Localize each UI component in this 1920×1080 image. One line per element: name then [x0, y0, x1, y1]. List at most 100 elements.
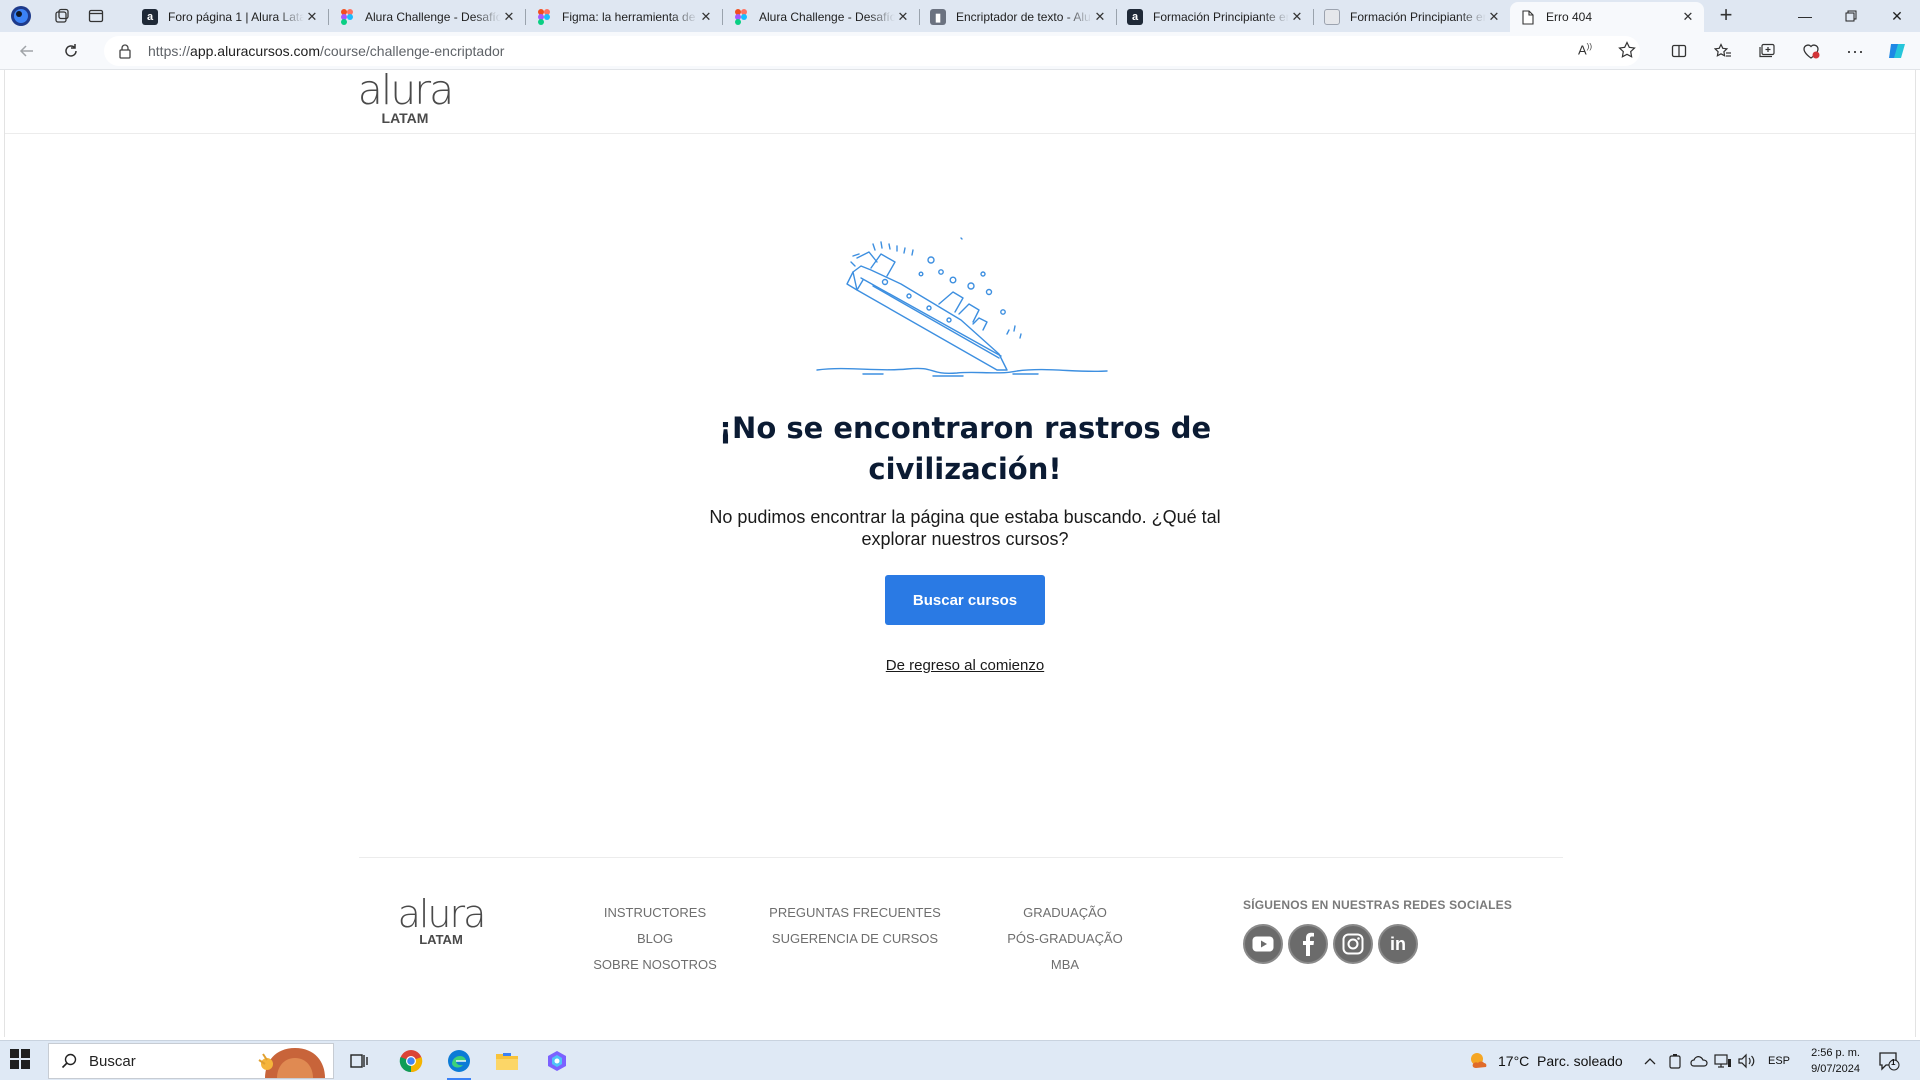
close-icon[interactable]: ✕ — [1680, 9, 1696, 25]
footer-column-help: PREGUNTAS FRECUENTES SUGERENCIA DE CURSO… — [765, 900, 945, 952]
footer-link-blog[interactable]: BLOG — [575, 926, 735, 952]
clock-time: 2:56 p. m. — [1811, 1047, 1860, 1059]
restore-button[interactable] — [1828, 0, 1874, 32]
close-icon[interactable]: ✕ — [1092, 9, 1108, 25]
weather-widget[interactable]: 17°C Parc. soleado — [1468, 1041, 1623, 1080]
favorites-icon[interactable] — [1711, 39, 1735, 63]
footer-alura-logo[interactable]: alura LATAM — [396, 892, 487, 946]
split-screen-icon[interactable] — [1667, 39, 1691, 63]
figma-icon — [733, 9, 749, 25]
footer-column-about: INSTRUCTORES BLOG SOBRE NOSOTROS — [575, 900, 735, 978]
site-header: alura LATAM — [5, 70, 1915, 134]
collections-icon[interactable] — [1755, 39, 1779, 63]
refresh-icon[interactable] — [59, 39, 83, 63]
page-icon — [1520, 9, 1536, 25]
taskbar-clock[interactable]: 2:56 p. m. 9/07/2024 — [1800, 1045, 1860, 1077]
notification-count: 1 — [1891, 1058, 1896, 1067]
back-arrow-icon[interactable] — [15, 39, 39, 63]
minimize-button[interactable]: ― — [1782, 0, 1828, 32]
footer-link-faq[interactable]: PREGUNTAS FRECUENTES — [765, 900, 945, 926]
language-text: ESP — [1768, 1055, 1791, 1067]
clock-date: 9/07/2024 — [1811, 1063, 1860, 1075]
url-text[interactable]: https://app.aluracursos.com/course/chall… — [148, 43, 504, 59]
footer-link-graduacao[interactable]: GRADUAÇÃO — [995, 900, 1135, 926]
doc-icon — [1324, 9, 1340, 25]
notifications-icon[interactable]: 1 — [1878, 1041, 1900, 1080]
facebook-icon[interactable] — [1288, 924, 1328, 964]
onedrive-icon[interactable] — [1690, 1041, 1708, 1080]
close-icon[interactable]: ✕ — [698, 9, 714, 25]
browser-tab[interactable]: Figma: la herramienta de diseño ✕ — [526, 2, 722, 32]
instagram-icon[interactable] — [1333, 924, 1373, 964]
browser-tab-bar: a Foro página 1 | Alura Latam ✕ Alura Ch… — [0, 0, 1920, 32]
browser-tab[interactable]: a Foro página 1 | Alura Latam ✕ — [132, 2, 328, 32]
url-path: /course/challenge-encriptador — [319, 43, 505, 59]
error-title: ¡No se encontraron rastros de civilizaci… — [718, 411, 1212, 486]
copilot-app-icon[interactable] — [542, 1046, 572, 1076]
linkedin-icon[interactable]: in — [1378, 924, 1418, 964]
browser-tab[interactable]: ▮ Encriptador de texto - Alura ✕ — [920, 2, 1116, 32]
figma-icon — [536, 9, 552, 25]
close-icon[interactable]: ✕ — [501, 9, 517, 25]
alura-a-icon: a — [142, 9, 158, 25]
profile-avatar-icon[interactable] — [9, 4, 33, 28]
browser-tab[interactable]: Formación Principiante en ✕ — [1314, 2, 1510, 32]
sinking-ship-illustration — [816, 237, 1108, 377]
error-message: No pudimos encontrar la página que estab… — [709, 507, 1221, 549]
new-tab-button[interactable]: + — [1712, 4, 1740, 28]
close-window-button[interactable]: ✕ — [1874, 0, 1920, 32]
logo-word: alura — [357, 66, 454, 114]
figma-icon — [339, 9, 355, 25]
read-aloud-icon[interactable]: A)) — [1578, 42, 1592, 57]
close-icon[interactable]: ✕ — [895, 9, 911, 25]
settings-more-icon[interactable]: ··· — [1843, 39, 1867, 63]
browser-tab[interactable]: a Formación Principiante en ✕ — [1117, 2, 1313, 32]
footer-link-instructores[interactable]: INSTRUCTORES — [575, 900, 735, 926]
chrome-icon[interactable] — [396, 1046, 426, 1076]
browser-tab[interactable]: Alura Challenge - Desafío ✕ — [329, 2, 525, 32]
windows-start-icon[interactable] — [10, 1049, 34, 1073]
book-icon: ▮ — [930, 9, 946, 25]
partly-sunny-icon — [1471, 1053, 1487, 1068]
favorite-star-icon[interactable] — [1618, 41, 1636, 64]
alura-logo[interactable]: alura LATAM — [357, 66, 454, 126]
close-icon[interactable]: ✕ — [1486, 9, 1502, 25]
close-icon[interactable]: ✕ — [304, 9, 320, 25]
footer-logo-word: alura — [397, 892, 487, 936]
browser-tab-active[interactable]: Erro 404 ✕ — [1510, 2, 1704, 32]
browser-essentials-icon[interactable] — [1799, 39, 1823, 63]
chevron-up-icon[interactable] — [1644, 1041, 1656, 1080]
footer-column-degrees: GRADUAÇÃO PÓS-GRADUAÇÃO MBA — [995, 900, 1135, 978]
volume-icon[interactable] — [1738, 1041, 1756, 1080]
youtube-icon[interactable] — [1243, 924, 1283, 964]
address-bar[interactable]: https://app.aluracursos.com/course/chall… — [104, 36, 1640, 66]
edge-icon[interactable] — [444, 1046, 474, 1080]
social-title: SÍGUENOS EN NUESTRAS REDES SOCIALES — [1243, 898, 1513, 912]
battery-saver-icon[interactable] — [1668, 1041, 1682, 1080]
search-highlight-icon — [255, 1046, 333, 1080]
weather-text: 17°C Parc. soleado — [1498, 1053, 1623, 1069]
windows-taskbar: Buscar 17°C Parc. soleado ESP 2:56 p. m.… — [0, 1040, 1920, 1080]
close-icon[interactable]: ✕ — [1289, 9, 1305, 25]
search-placeholder: Buscar — [89, 1053, 136, 1070]
url-scheme: https:// — [148, 43, 191, 59]
file-explorer-icon[interactable] — [492, 1046, 522, 1076]
lock-icon[interactable] — [118, 43, 132, 64]
footer-link-mba[interactable]: MBA — [995, 952, 1135, 978]
footer-link-sobre-nosotros[interactable]: SOBRE NOSOTROS — [575, 952, 735, 978]
tab-actions-icon[interactable] — [84, 4, 108, 28]
copilot-icon[interactable] — [1885, 39, 1909, 63]
browser-tab[interactable]: Alura Challenge - Desafío ✕ — [723, 2, 919, 32]
network-icon[interactable] — [1714, 1041, 1732, 1080]
taskbar-search[interactable]: Buscar — [48, 1043, 334, 1079]
page-content: alura LATAM ¡No se encontraron rastros d… — [4, 70, 1916, 1037]
workspaces-icon[interactable] — [50, 4, 74, 28]
footer-link-pos-graduacao[interactable]: PÓS-GRADUAÇÃO — [995, 926, 1135, 952]
task-view-icon[interactable] — [344, 1046, 374, 1076]
back-to-home-link[interactable]: De regreso al comienzo — [865, 657, 1065, 674]
url-host: app.aluracursos.com — [190, 43, 320, 59]
language-indicator[interactable]: ESP — [1768, 1041, 1790, 1080]
footer-link-course-suggestion[interactable]: SUGERENCIA DE CURSOS — [765, 926, 945, 952]
search-courses-button[interactable]: Buscar cursos — [885, 575, 1045, 625]
search-icon — [61, 1053, 77, 1074]
